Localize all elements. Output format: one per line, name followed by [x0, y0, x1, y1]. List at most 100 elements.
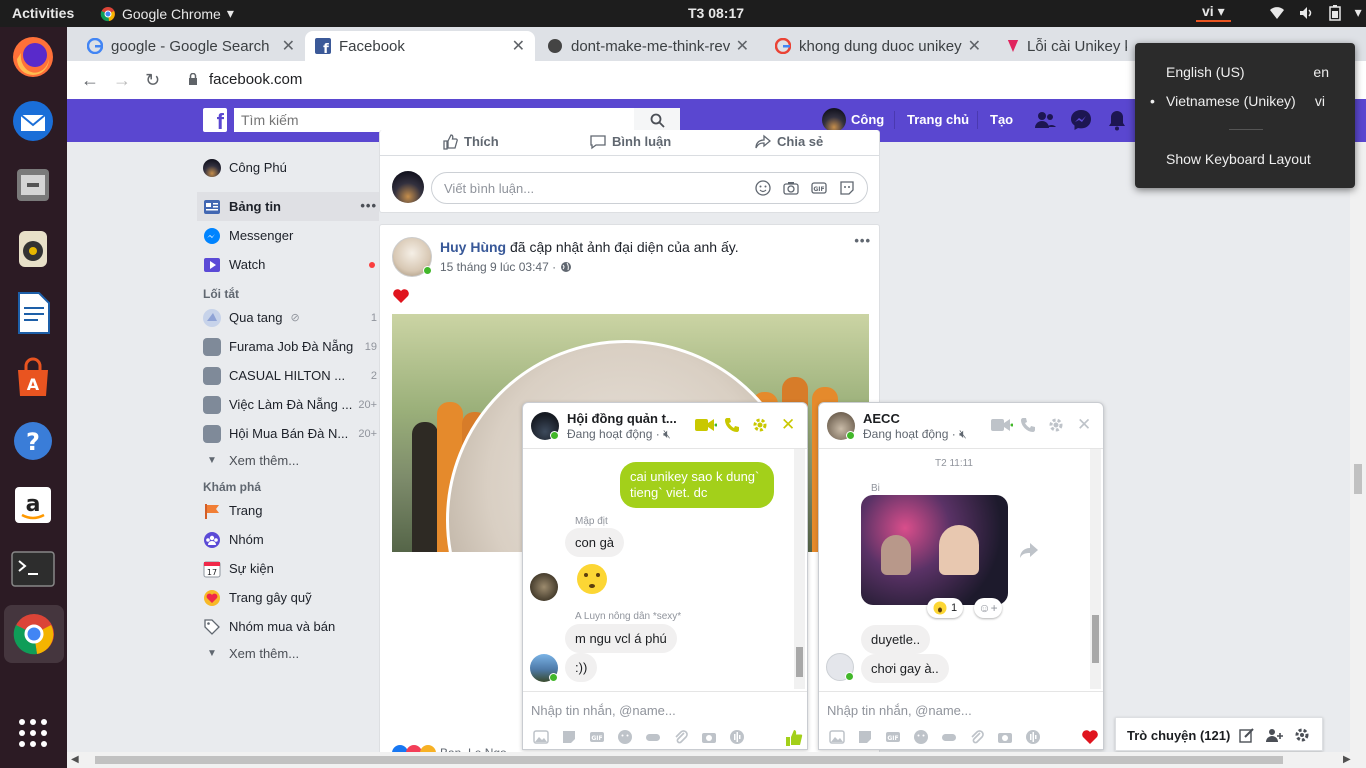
sidebar-shortcut[interactable]: CASUAL HILTON ... 2 [197, 361, 379, 390]
tab-facebook[interactable]: f Facebook ✕ [305, 31, 535, 61]
files-icon[interactable] [9, 161, 57, 209]
sidebar-shortcut[interactable]: Furama Job Đà Nẵng 19 [197, 332, 379, 361]
game-icon[interactable] [645, 729, 661, 747]
menu-item-vietnamese[interactable]: Vietnamese (Unikey) [1166, 93, 1296, 109]
message-input[interactable]: Nhập tin nhắn, @name... [531, 703, 676, 718]
heart-send-icon[interactable] [1081, 729, 1099, 745]
voice-clip-icon[interactable] [729, 729, 745, 747]
system-menu-chevron-icon[interactable]: ▾ [1355, 4, 1362, 21]
clock[interactable]: T3 08:17 [688, 5, 744, 21]
chat-header[interactable]: AECC Đang hoạt động · 🔇︎ ✕ [819, 403, 1103, 449]
photo-icon[interactable] [533, 729, 549, 747]
sidebar-item-events[interactable]: 17 Sự kiện [197, 554, 379, 583]
sender-avatar[interactable] [530, 573, 558, 601]
game-icon[interactable] [941, 729, 957, 745]
libreoffice-writer-icon[interactable] [9, 289, 57, 337]
author-name[interactable]: Huy Hùng [440, 239, 506, 255]
sidebar-profile[interactable]: Công Phú [197, 153, 379, 182]
chat-header[interactable]: Hội đồng quản t... Đang hoạt động · 🔇︎ ✕ [523, 403, 807, 449]
see-more-explore[interactable]: ▼ Xem thêm... [197, 641, 379, 665]
profile-link[interactable]: Công [851, 112, 884, 127]
my-message-bubble[interactable]: cai unikey sao k dung` tieng` viet. dc [620, 462, 774, 508]
tab-google-search[interactable]: google - Google Search ✕ [77, 31, 305, 61]
video-call-icon[interactable] [695, 418, 717, 432]
chat-title[interactable]: AECC [863, 411, 900, 426]
friend-requests-icon[interactable] [1034, 109, 1056, 131]
reaction-badge[interactable]: 1 [927, 598, 964, 618]
volume-icon[interactable] [1299, 6, 1315, 20]
close-tab-icon[interactable]: ✕ [512, 36, 525, 56]
firefox-icon[interactable] [9, 33, 57, 81]
forward-icon[interactable]: → [113, 70, 131, 91]
sidebar-item-watch[interactable]: Watch [197, 250, 379, 279]
sidebar-item-news-feed[interactable]: Bảng tin ••• [197, 192, 379, 221]
share-button[interactable]: Chia sẻ [755, 134, 823, 150]
message-bubble[interactable]: m ngu vcl á phú [565, 624, 677, 653]
post-timestamp[interactable]: 15 tháng 9 lúc 03:47 · [440, 260, 556, 274]
settings-gear-icon[interactable] [1294, 727, 1310, 743]
chat-bar[interactable]: Trò chuyện (121) [1115, 717, 1323, 751]
video-call-icon[interactable] [991, 418, 1013, 432]
like-button[interactable]: Thích [442, 134, 499, 150]
voice-call-icon[interactable] [1020, 417, 1036, 433]
settings-gear-icon[interactable] [752, 417, 768, 433]
sticker-icon[interactable] [561, 729, 577, 747]
sidebar-item-buy-sell[interactable]: Nhóm mua và bán [197, 612, 379, 641]
message-input[interactable]: Nhập tin nhắn, @name... [827, 703, 972, 718]
wifi-icon[interactable] [1269, 6, 1285, 20]
camera-icon[interactable] [783, 180, 799, 196]
notifications-icon[interactable] [1107, 109, 1127, 131]
create-link[interactable]: Tạo [990, 112, 1013, 127]
post-options-icon[interactable]: ••• [854, 233, 871, 248]
url-field[interactable]: facebook.com [209, 71, 302, 88]
page-horizontal-scrollbar[interactable]: ◀ ▶ [67, 752, 1366, 768]
amazon-icon[interactable]: a [9, 481, 57, 529]
gif-icon[interactable]: GIF [811, 180, 827, 196]
reload-icon[interactable]: ↻ [145, 70, 160, 91]
thunderbird-icon[interactable] [9, 97, 57, 145]
chat-scrollbar[interactable] [1090, 449, 1101, 689]
sidebar-shortcut[interactable]: Việc Làm Đà Nẵng ... 20+ [197, 390, 379, 419]
message-bubble[interactable]: chơi gay à.. [861, 654, 949, 683]
search-icon[interactable] [634, 108, 680, 132]
camera-icon[interactable] [701, 729, 717, 747]
voice-call-icon[interactable] [724, 417, 740, 433]
shared-photo[interactable] [861, 495, 1008, 605]
emoji-icon[interactable] [617, 729, 633, 747]
app-menu[interactable]: Google Chrome ▾ [100, 5, 234, 22]
chrome-dock-icon[interactable] [4, 605, 64, 663]
scrollbar-thumb[interactable] [1354, 464, 1362, 494]
tab-github[interactable]: dont-make-me-think-rev ✕ [537, 31, 759, 61]
chat-scrollbar[interactable] [794, 449, 805, 689]
comment-input[interactable]: Viết bình luận... GIF [431, 172, 868, 204]
scrollbar-thumb[interactable] [796, 647, 803, 677]
sidebar-shortcut[interactable]: Hội Mua Bán Đà N... 20+ [197, 419, 379, 448]
message-bubble[interactable]: duyetle.. [861, 625, 931, 654]
home-link[interactable]: Trang chủ [907, 112, 969, 127]
lock-icon[interactable] [188, 73, 198, 86]
gif-icon[interactable]: GIF [589, 729, 605, 747]
input-method-indicator[interactable]: vi ▾ [1196, 3, 1231, 22]
forward-share-icon[interactable] [1019, 541, 1039, 559]
chat-title[interactable]: Hội đồng quản t... [567, 411, 677, 426]
help-icon[interactable]: ? [9, 417, 57, 465]
user-avatar[interactable] [822, 108, 846, 132]
attach-icon[interactable] [969, 729, 985, 745]
tab-unikey-search[interactable]: khong dung duoc unikey ✕ [765, 31, 991, 61]
close-icon[interactable]: ✕ [1077, 415, 1091, 435]
activities-button[interactable]: Activities [12, 5, 74, 21]
close-tab-icon[interactable]: ✕ [968, 36, 981, 56]
sticker-icon[interactable] [839, 180, 855, 196]
sidebar-shortcut[interactable]: Qua tang ⊘ 1 [197, 303, 379, 332]
message-bubble[interactable]: con gà [565, 528, 625, 557]
see-more-shortcuts[interactable]: ▼ Xem thêm... [197, 448, 379, 472]
scroll-right-icon[interactable]: ▶ [1343, 754, 1351, 765]
search-input[interactable] [234, 108, 634, 132]
new-message-icon[interactable] [1239, 727, 1255, 743]
create-group-icon[interactable] [1266, 727, 1284, 743]
tab-unikey-error[interactable]: Lỗi cài Unikey khi [997, 31, 1137, 61]
terminal-icon[interactable] [9, 545, 57, 593]
thumbs-up-send-icon[interactable] [785, 729, 803, 747]
close-icon[interactable]: ✕ [781, 415, 795, 435]
back-icon[interactable]: ← [81, 70, 99, 91]
